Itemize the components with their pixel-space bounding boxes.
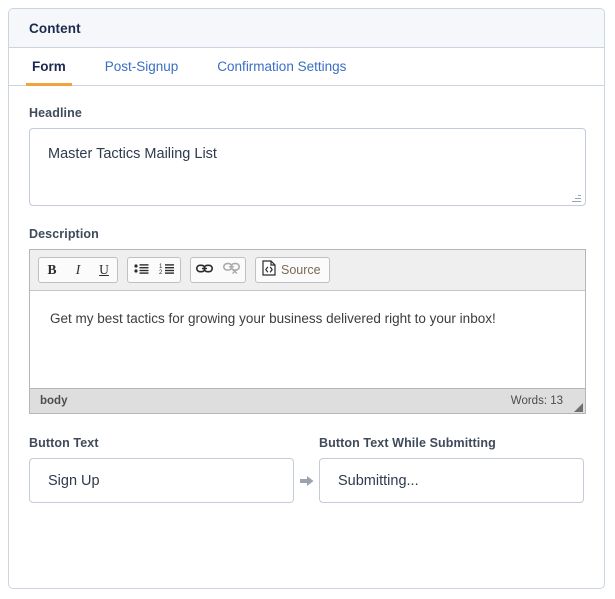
content-card: Content Form Post-Signup Confirmation Se…: [8, 8, 605, 589]
tab-form[interactable]: Form: [26, 48, 72, 86]
description-editor-content[interactable]: Get my best tactics for growing your bus…: [30, 291, 585, 388]
list-group: 1 2: [127, 257, 181, 283]
editor-toolbar: B I U 1 2 Source: [30, 250, 585, 291]
editor-resize-grip-icon[interactable]: [574, 403, 583, 412]
button-text-submitting-label: Button Text While Submitting: [319, 436, 496, 450]
arrow-right-icon: [294, 458, 319, 503]
italic-button[interactable]: I: [65, 258, 91, 282]
text-format-group: B I U: [38, 257, 118, 283]
tab-confirmation-settings-label: Confirmation Settings: [217, 59, 347, 74]
tab-post-signup[interactable]: Post-Signup: [103, 48, 181, 85]
button-text-submitting-input[interactable]: [319, 458, 584, 503]
link-icon: [196, 262, 213, 278]
tab-post-signup-label: Post-Signup: [104, 59, 179, 74]
unlink-icon: [223, 262, 240, 278]
button-text-column: Button Text: [29, 436, 294, 503]
editor-status-bar: body Words: 13: [30, 388, 585, 413]
source-button[interactable]: Source: [256, 258, 329, 282]
source-group: Source: [255, 257, 330, 283]
source-button-label: Source: [281, 263, 321, 277]
numbered-list-button[interactable]: 1 2: [154, 258, 180, 282]
card-body: Headline Description B I U: [9, 86, 604, 503]
card-header: Content: [9, 9, 604, 48]
numbered-list-icon: 1 2: [159, 262, 175, 279]
tab-bar: Form Post-Signup Confirmation Settings: [9, 48, 604, 86]
button-text-row: Button Text Button Text While Submitting: [29, 436, 584, 503]
bold-button[interactable]: B: [39, 258, 65, 282]
source-code-icon: [262, 259, 276, 281]
svg-text:2: 2: [159, 270, 163, 275]
button-text-label: Button Text: [29, 436, 99, 450]
button-text-input[interactable]: [29, 458, 294, 503]
rich-text-editor: B I U 1 2 Source Get my best tactics for…: [29, 249, 586, 414]
editor-element-path[interactable]: body: [40, 395, 67, 407]
headline-label: Headline: [29, 106, 82, 120]
bulleted-list-button[interactable]: [128, 258, 154, 282]
description-label: Description: [29, 227, 99, 241]
headline-input[interactable]: [29, 128, 586, 206]
unlink-button[interactable]: [218, 258, 245, 282]
link-button[interactable]: [191, 258, 218, 282]
page-title: Content: [29, 20, 81, 36]
tab-confirmation-settings[interactable]: Confirmation Settings: [215, 48, 348, 85]
editor-word-count: Words: 13: [510, 395, 563, 407]
tab-form-label: Form: [32, 59, 66, 74]
underline-button[interactable]: U: [91, 258, 117, 282]
headline-field-wrap: [29, 128, 586, 206]
button-text-submitting-column: Button Text While Submitting: [319, 436, 584, 503]
bulleted-list-icon: [133, 262, 149, 279]
link-group: [190, 257, 246, 283]
